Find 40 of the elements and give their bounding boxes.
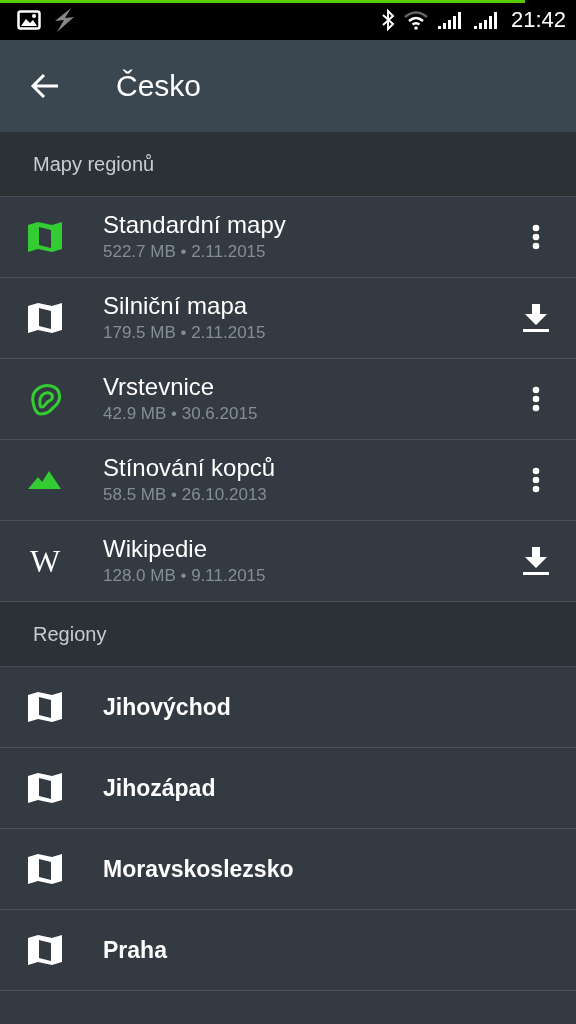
screen-title: Česko [116,69,202,103]
item-subtitle: 522.7 MB • 2.11.2015 [103,241,267,263]
section-title: Regiony [33,622,107,646]
more-icon [532,467,540,493]
item-subtitle: 128.0 MB • 9.11.2015 [103,565,267,587]
item-title: Moravskoslezsko [103,855,295,883]
download-icon [522,546,550,576]
list-item[interactable]: Silniční mapa 179.5 MB • 2.11.2015 [0,278,576,359]
image-icon [17,10,41,30]
item-title: Jihovýchod [103,693,232,721]
more-icon [532,224,540,250]
item-title: Praha [103,936,169,964]
download-icon [522,303,550,333]
list-item[interactable]: Moravskoslezsko [0,829,576,910]
list-item[interactable]: Jihozápad [0,748,576,829]
map-icon [28,853,62,885]
item-title: Wikipedie [103,534,209,564]
section-title: Mapy regionů [33,152,155,176]
item-title: Stínování kopců [103,453,277,483]
back-arrow-icon [30,73,60,99]
clock: 21:42 [510,7,566,33]
map-icon [28,772,62,804]
item-subtitle: 179.5 MB • 2.11.2015 [103,322,267,344]
item-subtitle: 58.5 MB • 26.10.2013 [103,484,268,506]
map-icon [28,934,62,966]
map-icon [28,691,62,723]
item-title: Vrstevnice [103,372,216,402]
item-title: Silniční mapa [103,291,249,321]
bluetooth-icon [380,9,395,31]
list-item[interactable]: Praha [0,910,576,991]
item-title: Jihozápad [103,774,217,802]
list-item[interactable]: Jihovýchod [0,667,576,748]
list-item[interactable]: Standardní mapy 522.7 MB • 2.11.2015 [0,197,576,278]
item-title: Standardní mapy [103,210,287,240]
list-item[interactable]: Vrstevnice 42.9 MB • 30.6.2015 [0,359,576,440]
list-item[interactable]: Stínování kopců 58.5 MB • 26.10.2013 [0,440,576,521]
wifi-icon [402,10,429,30]
item-subtitle: 42.9 MB • 30.6.2015 [103,403,259,425]
wikipedia-logo: W [29,545,61,577]
more-icon [532,386,540,412]
